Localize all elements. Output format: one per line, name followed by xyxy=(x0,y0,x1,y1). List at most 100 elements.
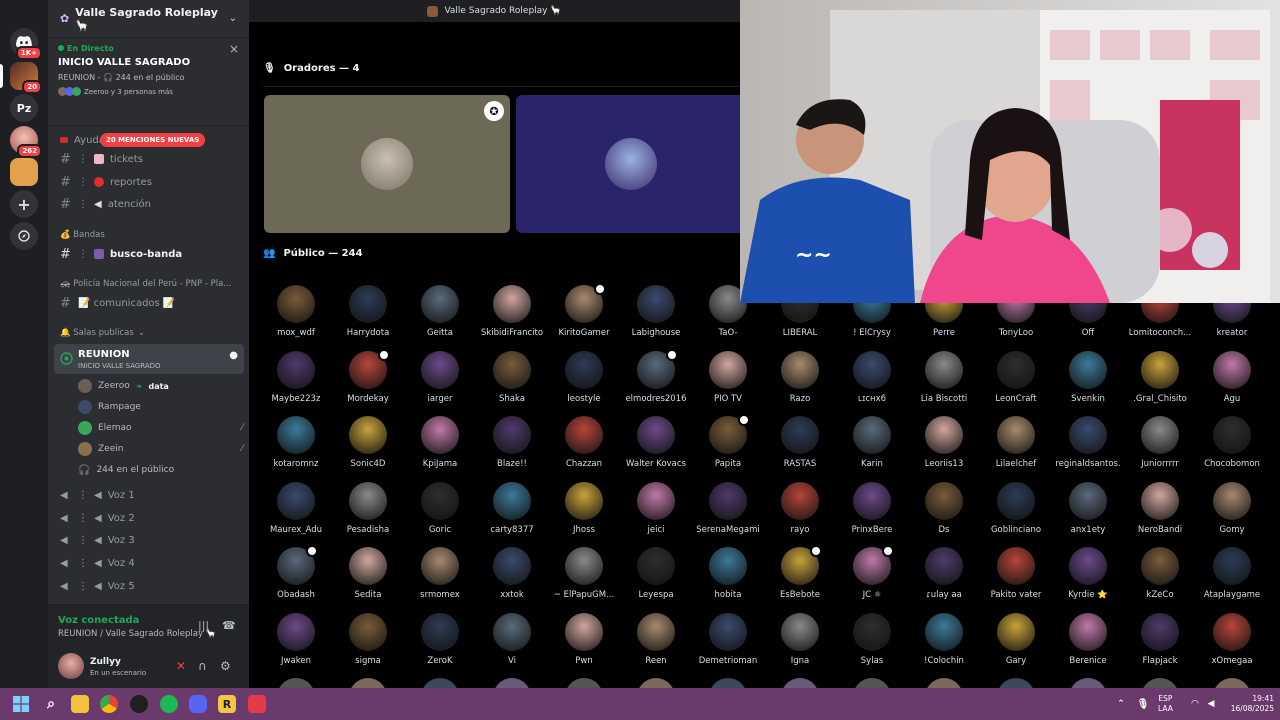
voice-connected-channel[interactable]: REUNION / Valle Sagrado Roleplay 🦙 xyxy=(58,629,216,639)
audience-member[interactable]: !Colochín xyxy=(908,612,980,675)
audience-member[interactable]: Jhoss xyxy=(548,481,620,544)
audience-member[interactable]: Reen xyxy=(620,612,692,675)
discord-home-icon[interactable]: 1K+ xyxy=(10,28,42,60)
app-icon[interactable] xyxy=(248,695,266,713)
speaker-tile-2[interactable] xyxy=(516,95,746,233)
audience-member[interactable] xyxy=(260,678,332,688)
audience-member[interactable]: Blaze!! xyxy=(476,416,548,478)
audience-member[interactable] xyxy=(404,678,476,688)
audience-member[interactable]: Harrydota xyxy=(332,285,404,347)
audience-member[interactable]: LeonCraft xyxy=(980,350,1052,413)
audience-member[interactable] xyxy=(692,678,764,688)
audience-member[interactable]: Goblinciano xyxy=(980,481,1052,544)
audience-member[interactable]: elmodres2016 xyxy=(620,348,692,413)
volume-icon[interactable]: ◀ xyxy=(1202,695,1220,713)
obs-icon[interactable] xyxy=(130,695,148,713)
audience-member[interactable]: Walter Kovacs xyxy=(620,416,692,478)
audience-member[interactable] xyxy=(908,678,980,688)
server-pz[interactable]: Pz xyxy=(10,94,38,122)
audience-member[interactable]: Flapjack xyxy=(1124,612,1196,675)
channel-tickets[interactable]: # ⋮ tickets xyxy=(56,149,243,169)
audience-member[interactable] xyxy=(1196,678,1268,688)
audience-member[interactable] xyxy=(980,678,1052,688)
audience-member[interactable]: ʟɪᴄʜx6 xyxy=(836,350,908,413)
audience-member[interactable]: Mordekay xyxy=(332,348,404,413)
audience-member[interactable]: SkibidiFrancito xyxy=(476,285,548,347)
voice-channel-1[interactable]: ◀ ⋮ ◀ Voz 1 xyxy=(56,485,243,505)
audience-member[interactable]: KiritoGamer xyxy=(548,283,620,347)
rockstar-icon[interactable]: R xyxy=(218,695,236,713)
audience-member[interactable]: SerenaMegami xyxy=(692,481,764,544)
audience-count[interactable]: 🎧 244 en el público xyxy=(78,462,174,478)
voice-user-zeein[interactable]: Zeein ⁄ xyxy=(78,441,243,457)
audience-member[interactable]: leostyle xyxy=(548,350,620,413)
voice-user-rampage[interactable]: Rampage xyxy=(78,399,141,415)
audience-member[interactable] xyxy=(1124,678,1196,688)
channel-comunicados[interactable]: # 📝 comunicados 📝 xyxy=(56,293,243,313)
audience-member[interactable]: Ds xyxy=(908,481,980,544)
discord-icon[interactable] xyxy=(189,695,207,713)
audience-member[interactable]: carty8377 xyxy=(476,481,548,544)
audience-member[interactable]: PIO TV xyxy=(692,350,764,413)
audience-member[interactable]: NeroBandi xyxy=(1124,481,1196,544)
audience-member[interactable]: Maurex_Adu xyxy=(260,481,332,544)
clock[interactable]: 19:41 16/08/2025 xyxy=(1224,694,1274,714)
voice-user-zeeroo[interactable]: Zeeroo ❧ data xyxy=(78,378,169,394)
audience-member[interactable]: ɾulay aa xyxy=(908,547,980,609)
audience-member[interactable]: srmomex xyxy=(404,547,476,609)
spotify-icon[interactable] xyxy=(160,695,178,713)
audience-member[interactable]: Leoriis13 xyxy=(908,416,980,478)
audience-member[interactable]: xOmegaa xyxy=(1196,612,1268,675)
audience-member[interactable]: jeici xyxy=(620,481,692,544)
audience-member[interactable] xyxy=(476,678,548,688)
avatar[interactable] xyxy=(58,653,84,679)
noise-suppression-icon[interactable]: ||| xyxy=(198,619,209,632)
category-bandas[interactable]: 💰 Bandas xyxy=(60,230,105,240)
chrome-icon[interactable] xyxy=(100,695,118,713)
audience-member[interactable] xyxy=(548,678,620,688)
server-avatar-1[interactable]: 262 xyxy=(10,126,42,158)
add-server-icon[interactable]: + xyxy=(10,190,38,218)
audience-member[interactable]: hobita xyxy=(692,547,764,609)
audience-member[interactable]: Lia Biscotti xyxy=(908,350,980,413)
audience-member[interactable]: Chocobomon xyxy=(1196,416,1268,478)
audience-member[interactable] xyxy=(836,678,908,688)
audience-member[interactable]: JC ⚛ xyxy=(836,545,908,609)
audience-member[interactable]: Shaka xyxy=(476,350,548,413)
audience-member[interactable]: RASTAS xyxy=(764,416,836,478)
audience-member[interactable]: reginaldsantos. xyxy=(1052,416,1124,478)
audience-member[interactable]: xxtok xyxy=(476,547,548,609)
audience-member[interactable]: ~ ElPapuGM... xyxy=(548,547,620,609)
audience-member[interactable]: KpiJama xyxy=(404,416,476,478)
audience-member[interactable]: Razo xyxy=(764,350,836,413)
audience-member[interactable]: Juniorrrrr xyxy=(1124,416,1196,478)
audience-member[interactable]: Demetrioman xyxy=(692,612,764,675)
audience-member[interactable]: Leyespa xyxy=(620,547,692,609)
language-indicator[interactable]: ESP LAA xyxy=(1158,694,1173,714)
new-mentions-pill[interactable]: 20 MENCIONES NUEVAS xyxy=(100,133,206,147)
audience-member[interactable]: EsBebote xyxy=(764,545,836,609)
audience-member[interactable]: kZeCo xyxy=(1124,547,1196,609)
server-avatar-2[interactable] xyxy=(10,158,38,186)
category-pnp[interactable]: 🚓 Policía Nacional del Perú - PNP - Pla.… xyxy=(60,279,231,289)
start-icon[interactable] xyxy=(12,695,30,713)
chat-bubble-icon[interactable]: ● xyxy=(229,350,238,361)
headphones-icon[interactable]: ∩ xyxy=(198,659,207,673)
voice-channel-2[interactable]: ◀ ⋮ ◀ Voz 2 xyxy=(56,508,243,528)
channel-atencion[interactable]: # ⋮ ◀ atención xyxy=(56,194,243,214)
chevron-up-icon[interactable]: ⌃ xyxy=(1112,695,1130,713)
audience-member[interactable]: mox_wdf xyxy=(260,285,332,347)
voice-channel-4[interactable]: ◀ ⋮ ◀ Voz 4 xyxy=(56,553,243,573)
audience-member[interactable]: Sonic4D xyxy=(332,416,404,478)
audience-member[interactable]: Sylas xyxy=(836,612,908,675)
channel-busco-banda[interactable]: # ⋮ busco-banda xyxy=(56,244,243,264)
audience-member[interactable]: Pakito vater xyxy=(980,547,1052,609)
audience-member[interactable]: Vi xyxy=(476,612,548,675)
audience-member[interactable] xyxy=(620,678,692,688)
audience-member[interactable]: Berenice xyxy=(1052,612,1124,675)
audience-member[interactable]: Gary xyxy=(980,612,1052,675)
audience-member[interactable]: Agu xyxy=(1196,350,1268,413)
category-salas-publicas[interactable]: 🔔 Salas publicas ⌄ xyxy=(60,328,145,338)
audience-member[interactable]: sigma xyxy=(332,612,404,675)
speaker-tile-1[interactable]: ✪ xyxy=(264,95,510,233)
